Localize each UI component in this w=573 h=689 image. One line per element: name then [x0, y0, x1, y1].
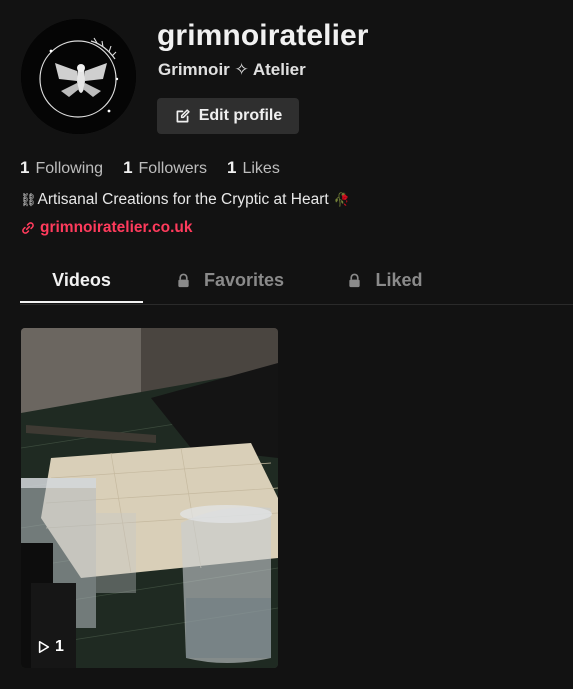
- stat-followers[interactable]: 1 Followers: [123, 158, 207, 178]
- stat-value: 1: [20, 158, 30, 177]
- edit-icon: [176, 108, 190, 122]
- username: grimnoiratelier: [157, 19, 369, 52]
- stat-value: 1: [123, 158, 133, 177]
- profile-tabs: Videos Favorites Liked: [20, 258, 573, 305]
- rose-emoji: 🥀: [333, 192, 350, 207]
- bio-text: Artisanal Creations for the Cryptic at H…: [37, 191, 329, 208]
- tab-favorites[interactable]: Favorites: [175, 258, 285, 303]
- video-thumbnail-image: [21, 328, 278, 668]
- moth-moon-logo-icon: [21, 19, 136, 134]
- profile-page: grimnoiratelier Grimnoir ✧ Atelier Edit …: [0, 0, 573, 689]
- play-count-value: 1: [55, 638, 64, 655]
- stat-label: Following: [35, 160, 104, 177]
- stat-label: Likes: [242, 160, 280, 177]
- tab-label: Videos: [52, 270, 111, 290]
- avatar[interactable]: [21, 19, 136, 134]
- stat-value: 1: [227, 158, 237, 177]
- play-outline-icon: [38, 640, 50, 654]
- edit-profile-label: Edit profile: [198, 107, 283, 124]
- tab-videos[interactable]: Videos: [20, 258, 143, 303]
- link-icon: [22, 222, 34, 234]
- active-tab-indicator: [20, 301, 143, 303]
- stat-likes: 1 Likes: [227, 158, 280, 178]
- profile-link[interactable]: grimnoiratelier.co.uk: [21, 219, 192, 237]
- stat-following[interactable]: 1 Following: [20, 158, 103, 178]
- lock-icon: [349, 273, 361, 288]
- edit-profile-button[interactable]: Edit profile: [157, 98, 299, 134]
- display-name: Grimnoir ✧ Atelier: [158, 60, 306, 79]
- bio: ⛓ Artisanal Creations for the Cryptic at…: [20, 191, 350, 209]
- profile-stats: 1 Following 1 Followers 1 Likes: [20, 158, 300, 178]
- stat-label: Followers: [138, 160, 207, 177]
- chain-emoji: ⛓: [20, 192, 37, 207]
- tab-label: Favorites: [203, 270, 285, 290]
- lock-icon: [178, 273, 189, 288]
- video-thumbnail[interactable]: 1: [21, 328, 278, 668]
- tab-label: Liked: [375, 270, 423, 290]
- play-count: 1: [37, 638, 64, 656]
- link-text: grimnoiratelier.co.uk: [40, 219, 193, 236]
- tab-liked[interactable]: Liked: [347, 258, 423, 303]
